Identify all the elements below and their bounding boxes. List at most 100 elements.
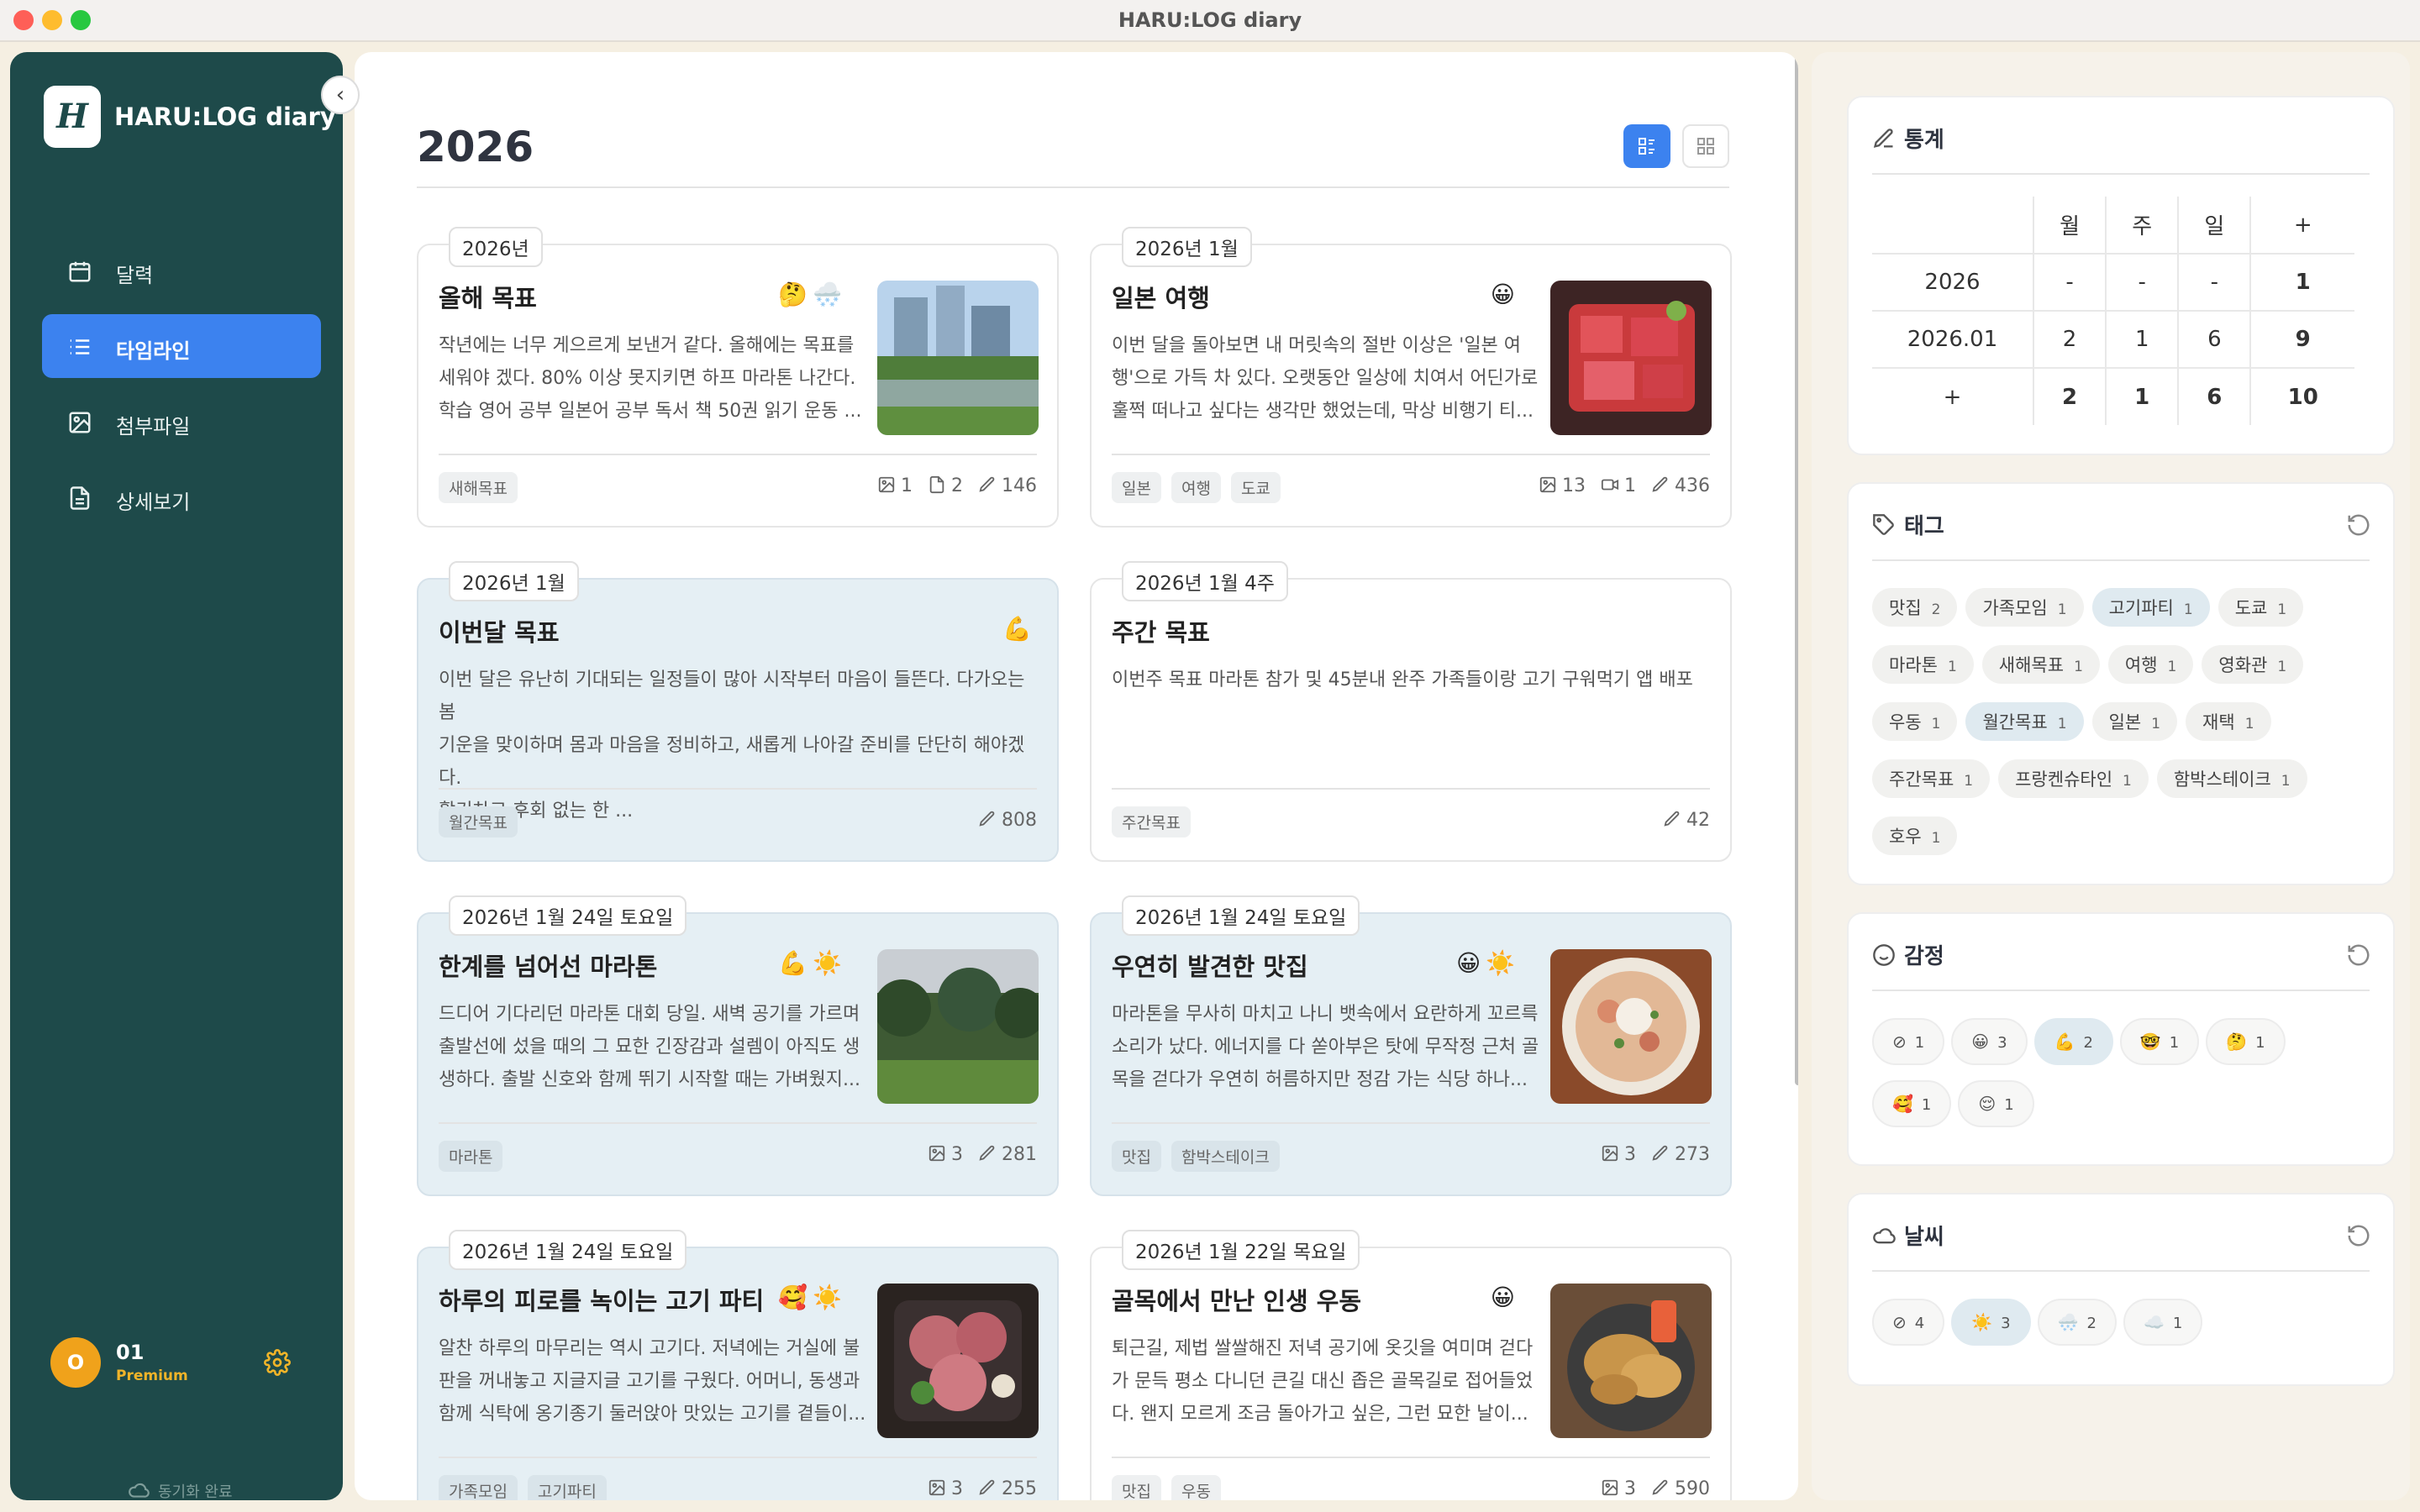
stats-column-header[interactable]: 월	[2032, 197, 2107, 255]
reset-icon[interactable]	[2346, 512, 2371, 538]
app-logo-icon: H	[44, 86, 101, 148]
tag-filter-chip[interactable]: 일본 1	[2091, 702, 2178, 741]
card-tags: 맛집 우동	[1112, 1475, 1231, 1500]
card-photo[interactable]	[1550, 1284, 1712, 1438]
user-profile[interactable]: O 01 Premium	[50, 1337, 319, 1396]
tag-filter-chip[interactable]: 주간목표 1	[1872, 759, 1991, 798]
mood-filter-chip[interactable]: 🤔 1	[2206, 1018, 2286, 1065]
card-tag-chip[interactable]: 고기파티	[527, 1475, 607, 1500]
mood-filter-chip[interactable]: 😀 3	[1951, 1018, 2028, 1065]
stats-cell[interactable]: -	[2177, 253, 2252, 312]
stats-column-header[interactable]: 일	[2177, 197, 2252, 255]
diary-card[interactable]: 2026년 1월 일본 여행 😀 이번 달을 돌아보면 내 머릿속의 절반 이상은 '…	[1090, 227, 1732, 528]
diary-card[interactable]: 2026년 1월 4주 주간 목표 이번주 목표 마라톤 참가 및 45분내 완주 …	[1090, 561, 1732, 862]
stats-cell[interactable]: 10	[2249, 367, 2354, 425]
card-excerpt: 이번 달을 돌아보면 내 머릿속의 절반 이상은 '일본 여 행'으로 가득 차 …	[1112, 329, 1540, 428]
avatar: O	[50, 1337, 101, 1388]
card-stats: 13 1 436	[1523, 475, 1710, 496]
card-title: 우연히 발견한 맛집	[1112, 953, 1308, 981]
mood-filter-chip-emoji: 😌	[1978, 1094, 1996, 1114]
gear-icon[interactable]	[264, 1349, 291, 1376]
character-count: 146	[978, 475, 1037, 496]
tags-title: 태그	[1904, 514, 1944, 539]
reset-icon[interactable]	[2346, 1223, 2371, 1248]
list-view-button[interactable]	[1623, 124, 1670, 168]
tag-filter-chip[interactable]: 함박스테이크 1	[2156, 759, 2307, 798]
card-photo[interactable]	[1550, 949, 1712, 1104]
mood-filter-chip[interactable]: 🤓 1	[2119, 1018, 2200, 1065]
tag-filter-chip[interactable]: 여행 1	[2107, 645, 2194, 684]
stats-cell[interactable]: 1	[2105, 367, 2180, 425]
card-tag-chip[interactable]: 함박스테이크	[1171, 1141, 1280, 1172]
weather-filter-chip[interactable]: ⊘ 4	[1872, 1299, 1945, 1346]
mood-filter-chip[interactable]: 🥰 1	[1872, 1080, 1952, 1127]
stats-cell[interactable]: 1	[2249, 253, 2354, 312]
stats-cell[interactable]: 2	[2032, 310, 2107, 369]
collapse-sidebar-button[interactable]: ‹	[321, 76, 360, 114]
tag-filter-chip[interactable]: 가족모임 1	[1965, 588, 2084, 627]
stats-row-label[interactable]: +	[1872, 367, 2034, 425]
sidebar-item-details[interactable]: 상세보기	[42, 465, 321, 529]
sidebar-item-attachments[interactable]: 첨부파일	[42, 390, 321, 454]
stats-cell[interactable]: 2	[2032, 367, 2107, 425]
stats-cell[interactable]: 1	[2105, 310, 2180, 369]
card-tag-chip[interactable]: 일본	[1112, 472, 1161, 503]
mood-filter-chip[interactable]: 😌 1	[1958, 1080, 2034, 1127]
tag-filter-chip[interactable]: 영화관 1	[2202, 645, 2304, 684]
weather-filter-chip[interactable]: ☀️ 3	[1951, 1299, 2031, 1346]
card-period-label: 2026년 1월 4주	[1122, 561, 1288, 601]
reset-icon[interactable]	[2346, 942, 2371, 968]
card-tags: 일본 여행 도쿄	[1112, 472, 1291, 503]
card-tag-chip[interactable]: 주간목표	[1112, 806, 1191, 837]
tag-filter-chip[interactable]: 고기파티 1	[2091, 588, 2210, 627]
stats-column-header[interactable]: 주	[2105, 197, 2180, 255]
diary-card[interactable]: 2026년 올해 목표 🤔🌨️ 작년에는 너무 게으르게 보낸거 같다. 올해에는 목…	[417, 227, 1059, 528]
weather-filter-chip[interactable]: 🌨️ 2	[2037, 1299, 2117, 1346]
tag-filter-chip[interactable]: 새해목표 1	[1981, 645, 2100, 684]
tag-count: 1	[2167, 659, 2177, 675]
stats-row-label[interactable]: 2026.01	[1872, 310, 2034, 369]
diary-card[interactable]: 2026년 1월 24일 토요일 하루의 피로를 녹이는 고기 파티 🥰☀️ 알찬 하…	[417, 1230, 1059, 1500]
stats-column-header[interactable]: +	[2249, 197, 2354, 255]
grid-view-button[interactable]	[1682, 124, 1729, 168]
tag-filter-chip[interactable]: 호우 1	[1872, 816, 1958, 855]
sidebar-item-calendar[interactable]: 달력	[42, 239, 321, 302]
card-tag-chip[interactable]: 월간목표	[439, 806, 518, 837]
card-photo[interactable]	[1550, 281, 1712, 435]
card-tag-chip[interactable]: 마라톤	[439, 1141, 503, 1172]
mood-filter-chip[interactable]: 💪 2	[2033, 1018, 2113, 1065]
stats-cell[interactable]: 6	[2177, 367, 2252, 425]
mood-filter-chip[interactable]: ⊘ 1	[1872, 1018, 1945, 1065]
timeline-scrollbar[interactable]	[1795, 52, 1798, 1085]
tag-filter-chip[interactable]: 월간목표 1	[1965, 702, 2084, 741]
card-tag-chip[interactable]: 도쿄	[1230, 472, 1281, 503]
card-tag-chip[interactable]: 맛집	[1112, 1475, 1161, 1500]
stats-row-label[interactable]: 2026	[1872, 253, 2034, 312]
stats-cell[interactable]: 6	[2177, 310, 2252, 369]
card-photo[interactable]	[877, 949, 1039, 1104]
tag-filter-chip[interactable]: 마라톤 1	[1872, 645, 1974, 684]
sidebar-item-timeline[interactable]: 타임라인	[42, 314, 321, 378]
card-tag-chip[interactable]: 가족모임	[439, 1475, 518, 1500]
card-photo[interactable]	[877, 281, 1039, 435]
diary-card[interactable]: 2026년 1월 22일 목요일 골목에서 만난 인생 우동 😀 퇴근길, 제법 쌀쌀…	[1090, 1230, 1732, 1500]
card-tag-chip[interactable]: 새해목표	[439, 472, 518, 503]
stats-cell[interactable]: 9	[2249, 310, 2354, 369]
stats-cell[interactable]: -	[2032, 253, 2107, 312]
character-count-value: 590	[1675, 1478, 1710, 1499]
diary-card[interactable]: 2026년 1월 24일 토요일 우연히 발견한 맛집 😀☀️ 마라톤을 무사히 마치…	[1090, 895, 1732, 1196]
diary-card[interactable]: 2026년 1월 24일 토요일 한계를 넘어선 마라톤 💪☀️ 드디어 기다리던 마…	[417, 895, 1059, 1196]
tag-filter-chip[interactable]: 프랑켄슈타인 1	[1998, 759, 2149, 798]
card-tag-chip[interactable]: 여행	[1171, 472, 1221, 503]
stats-cell[interactable]: -	[2105, 253, 2180, 312]
card-tags: 마라톤	[439, 1141, 513, 1172]
diary-card[interactable]: 2026년 1월 이번달 목표 💪 이번 달은 유난히 기대되는 일정들이 많아 시작…	[417, 561, 1059, 862]
tag-filter-chip[interactable]: 맛집 2	[1872, 588, 1958, 627]
card-tag-chip[interactable]: 우동	[1171, 1475, 1221, 1500]
tag-filter-chip[interactable]: 재택 1	[2186, 702, 2271, 741]
tag-filter-chip[interactable]: 우동 1	[1872, 702, 1958, 741]
card-photo[interactable]	[877, 1284, 1039, 1438]
weather-filter-chip[interactable]: ☁️ 1	[2123, 1299, 2203, 1346]
card-tag-chip[interactable]: 맛집	[1112, 1141, 1161, 1172]
tag-filter-chip[interactable]: 도쿄 1	[2217, 588, 2304, 627]
